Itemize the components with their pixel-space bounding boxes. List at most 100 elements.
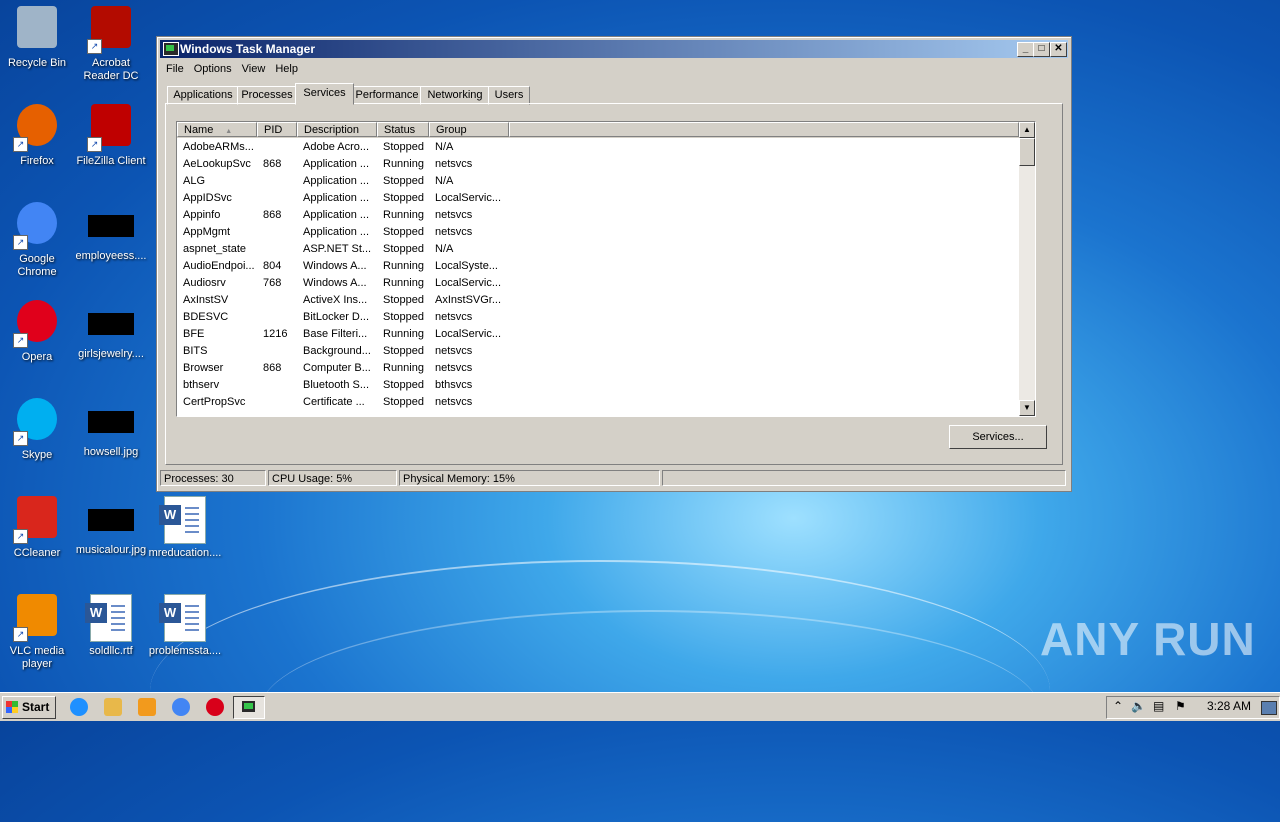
taskbar-task-manager-button[interactable] bbox=[233, 696, 265, 719]
filezilla-icon: ↗ bbox=[87, 104, 135, 152]
cell-pid: 868 bbox=[263, 209, 282, 221]
cell-status: Stopped bbox=[383, 345, 424, 357]
desktop-icon[interactable]: ↗ Opera bbox=[0, 300, 74, 364]
desktop-icon[interactable]: howsell.jpg bbox=[74, 398, 148, 459]
desktop-icon[interactable]: ↗ Firefox bbox=[0, 104, 74, 168]
scroll-thumb[interactable] bbox=[1019, 138, 1035, 166]
show-hidden-icons-icon[interactable]: ⌃ bbox=[1113, 699, 1123, 713]
status-empty bbox=[662, 470, 1066, 486]
minimize-button[interactable]: _ bbox=[1017, 42, 1034, 57]
ie-icon[interactable] bbox=[70, 698, 88, 716]
table-row[interactable]: BITS Background... Stopped netsvcs bbox=[177, 343, 1019, 360]
maximize-button[interactable]: □ bbox=[1033, 42, 1050, 57]
desktop-icon[interactable]: ↗ Skype bbox=[0, 398, 74, 462]
cell-group: LocalServic... bbox=[435, 328, 502, 340]
table-row[interactable]: Audiosrv 768 Windows A... Running LocalServi… bbox=[177, 275, 1019, 292]
desktop-icon-label: Opera bbox=[21, 351, 53, 363]
cell-desc: BitLocker D... bbox=[303, 311, 370, 323]
cell-group: LocalServic... bbox=[435, 277, 502, 289]
services-list[interactable]: Name ▲ PID Description Status Group AdobeARM… bbox=[176, 121, 1036, 417]
table-row[interactable]: AppIDSvc Application ... Stopped LocalServi… bbox=[177, 190, 1019, 207]
shortcut-arrow-icon: ↗ bbox=[13, 627, 28, 642]
desktop-icon[interactable]: ↗ Google Chrome bbox=[0, 202, 74, 279]
show-desktop-icon[interactable] bbox=[1261, 701, 1277, 715]
desktop-icon-label: howsell.jpg bbox=[83, 446, 139, 458]
table-row[interactable]: CertPropSvc Certificate ... Stopped netsvcs bbox=[177, 394, 1019, 411]
chrome-icon[interactable] bbox=[172, 698, 190, 716]
table-row[interactable]: aspnet_state ASP.NET St... Stopped N/A bbox=[177, 241, 1019, 258]
column-header-pid[interactable]: PID bbox=[257, 122, 297, 137]
desktop-icon[interactable]: employeess.... bbox=[74, 202, 148, 263]
menu-item-options[interactable]: Options bbox=[189, 60, 237, 78]
services-button[interactable]: Services... bbox=[949, 425, 1047, 449]
desktop-icon-label: soldllc.rtf bbox=[89, 645, 133, 657]
desktop-icon-label: Skype bbox=[21, 449, 53, 461]
shortcut-arrow-icon: ↗ bbox=[87, 39, 102, 54]
desktop-icon[interactable]: girlsjewelry.... bbox=[74, 300, 148, 361]
table-row[interactable]: Browser 868 Computer B... Running netsvcs bbox=[177, 360, 1019, 377]
cell-status: Stopped bbox=[383, 192, 424, 204]
menu-item-view[interactable]: View bbox=[237, 60, 271, 78]
table-row[interactable]: AxInstSV ActiveX Ins... Stopped AxInstSVGr.… bbox=[177, 292, 1019, 309]
column-header-name[interactable]: Name ▲ bbox=[177, 122, 257, 137]
cell-group: N/A bbox=[435, 141, 454, 153]
table-row[interactable]: BFE 1216 Base Filteri... Running LocalServic… bbox=[177, 326, 1019, 343]
desktop-icon[interactable]: ↗ CCleaner bbox=[0, 496, 74, 560]
table-row[interactable]: AudioEndpoi... 804 Windows A... Running Loca… bbox=[177, 258, 1019, 275]
column-header-label: Description bbox=[304, 124, 360, 136]
desktop-icon[interactable]: ↗ VLC media player bbox=[0, 594, 74, 671]
cell-status: Stopped bbox=[383, 379, 424, 391]
desktop-icon[interactable]: Wproblemssta.... bbox=[148, 594, 222, 658]
opera-icon[interactable] bbox=[206, 698, 224, 716]
column-header-description[interactable]: Description bbox=[297, 122, 377, 137]
volume-icon[interactable]: 🔈 bbox=[1131, 699, 1146, 713]
menu-item-help[interactable]: Help bbox=[270, 60, 303, 78]
column-header-group[interactable]: Group bbox=[429, 122, 509, 137]
table-row[interactable]: AdobeARMs... Adobe Acro... Stopped N/A bbox=[177, 139, 1019, 156]
system-tray: ⌃ 🔈 ▤ ⚑ 3:28 AM bbox=[1106, 696, 1280, 719]
cell-desc: Application ... bbox=[303, 175, 370, 187]
cell-name: BDESVC bbox=[183, 311, 229, 323]
desktop-icon[interactable]: ↗ FileZilla Client bbox=[74, 104, 148, 168]
menu-item-file[interactable]: File bbox=[161, 60, 189, 78]
media-player-icon[interactable] bbox=[138, 698, 156, 716]
desktop-icon-label: Recycle Bin bbox=[7, 57, 67, 69]
table-row[interactable]: BDESVC BitLocker D... Stopped netsvcs bbox=[177, 309, 1019, 326]
scroll-up-icon[interactable]: ▲ bbox=[1019, 122, 1035, 138]
sort-ascending-icon: ▲ bbox=[223, 128, 233, 135]
table-row[interactable]: Appinfo 868 Application ... Running netsvcs bbox=[177, 207, 1019, 224]
start-button[interactable]: Start bbox=[2, 696, 56, 719]
clock[interactable]: 3:28 AM bbox=[1207, 699, 1251, 713]
column-header-status[interactable]: Status bbox=[377, 122, 429, 137]
desktop-icon[interactable]: Wsoldllc.rtf bbox=[74, 594, 148, 658]
vertical-scrollbar[interactable]: ▲ ▼ bbox=[1019, 122, 1035, 416]
table-row[interactable]: bthserv Bluetooth S... Stopped bthsvcs bbox=[177, 377, 1019, 394]
firefox-icon: ↗ bbox=[13, 104, 61, 152]
close-button[interactable]: ✕ bbox=[1050, 42, 1067, 57]
desktop-icon[interactable]: Recycle Bin bbox=[0, 6, 74, 70]
word-doc-icon: W bbox=[85, 594, 135, 642]
cell-desc: Windows A... bbox=[303, 277, 367, 289]
cell-status: Stopped bbox=[383, 294, 424, 306]
network-icon[interactable]: ▤ bbox=[1153, 699, 1164, 713]
table-row[interactable]: AppMgmt Application ... Stopped netsvcs bbox=[177, 224, 1019, 241]
cell-status: Stopped bbox=[383, 175, 424, 187]
cell-desc: Certificate ... bbox=[303, 396, 365, 408]
scroll-down-icon[interactable]: ▼ bbox=[1019, 400, 1035, 416]
column-header-filler bbox=[509, 122, 1019, 137]
title-bar[interactable]: Windows Task Manager _ □ ✕ bbox=[160, 40, 1068, 58]
cell-desc: Computer B... bbox=[303, 362, 371, 374]
action-center-flag-icon[interactable]: ⚑ bbox=[1175, 699, 1186, 713]
word-doc-icon: W bbox=[159, 594, 209, 642]
explorer-icon[interactable] bbox=[104, 698, 122, 716]
table-row[interactable]: AeLookupSvc 868 Application ... Running nets… bbox=[177, 156, 1019, 173]
recycle-bin-icon bbox=[13, 6, 61, 54]
desktop-icon[interactable]: Wmreducation.... bbox=[148, 496, 222, 560]
desktop-icon[interactable]: ↗ Acrobat Reader DC bbox=[74, 6, 148, 83]
cell-group: netsvcs bbox=[435, 345, 473, 357]
cell-desc: Application ... bbox=[303, 226, 370, 238]
tab-services[interactable]: Services bbox=[295, 83, 354, 105]
chrome-icon: ↗ bbox=[13, 202, 61, 250]
desktop-icon[interactable]: musicalour.jpg bbox=[74, 496, 148, 557]
table-row[interactable]: ALG Application ... Stopped N/A bbox=[177, 173, 1019, 190]
